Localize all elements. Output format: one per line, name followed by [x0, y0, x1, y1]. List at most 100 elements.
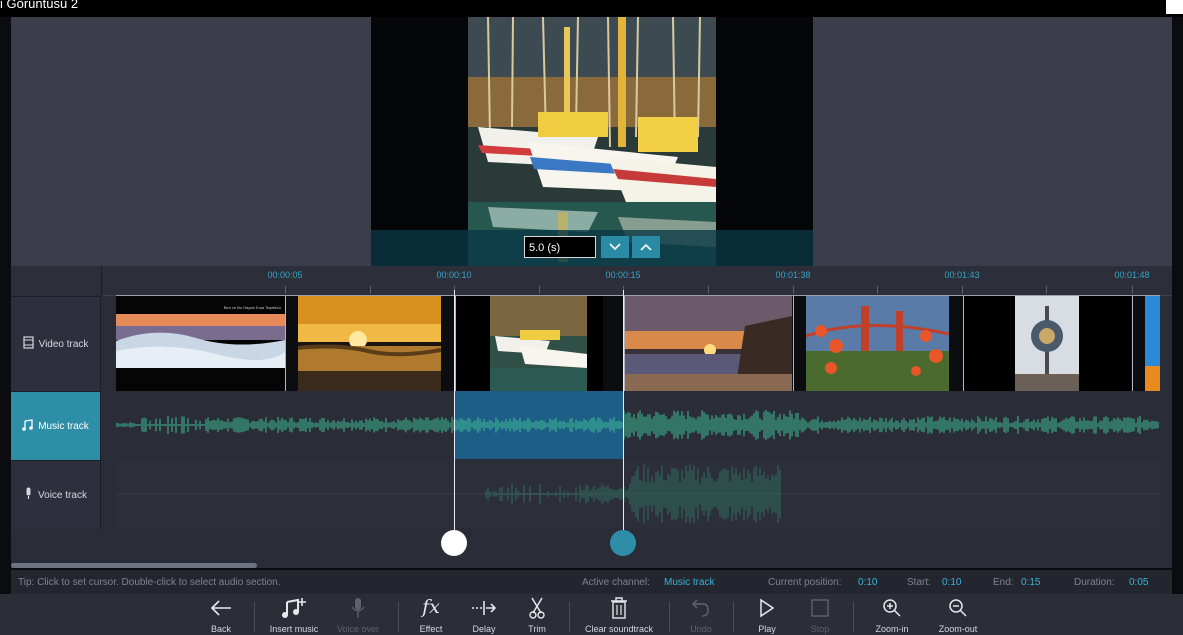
film-icon [22, 336, 34, 352]
scissors-icon [529, 594, 545, 621]
video-clip[interactable]: Ben ve Bu Hayatı Kısa Teşekkür [116, 296, 285, 391]
current-position-label: Current position: [768, 577, 842, 588]
ruler-tick [1046, 286, 1047, 294]
ruler-tick [877, 286, 878, 294]
music-note-icon [22, 418, 34, 434]
clip-divider [455, 296, 456, 391]
play-button[interactable]: Play [748, 594, 786, 635]
ruler-label: 00:00:15 [605, 270, 641, 280]
clear-soundtrack-button[interactable]: Clear soundtrack [576, 594, 662, 635]
clip-caption: Ben ve Bu Hayatı Kısa Teşekkür [224, 305, 282, 310]
play-icon [759, 594, 775, 621]
left-panel [11, 17, 371, 266]
duration-input[interactable]: 5.0 (s) [524, 236, 596, 258]
voice-waveform [116, 464, 1160, 524]
end-value: 0:15 [1021, 577, 1041, 588]
arrow-left-icon [209, 594, 233, 621]
chevron-up-icon[interactable] [632, 236, 660, 258]
insert-music-button[interactable]: Insert music [262, 594, 326, 635]
ruler-tick [1132, 286, 1133, 294]
bottom-toolbar: Back Insert music Voice over fx Effect D… [0, 594, 1183, 635]
clip-divider [624, 296, 625, 391]
music-waveform [116, 410, 1159, 440]
clip-divider [1132, 296, 1133, 391]
end-label: End: [993, 577, 1014, 588]
ruler-tick [793, 286, 794, 294]
right-panel [813, 17, 1172, 266]
undo-button[interactable]: Undo [682, 594, 720, 635]
ruler-label: 00:00:05 [267, 270, 303, 280]
back-button[interactable]: Back [200, 594, 242, 635]
microphone-icon [351, 594, 365, 621]
start-cursor-handle[interactable] [441, 530, 467, 556]
start-label: Start: [907, 577, 931, 588]
toolbar-separator [254, 602, 255, 632]
trash-icon [610, 594, 628, 621]
voice-over-button[interactable]: Voice over [330, 594, 386, 635]
clip-divider [963, 296, 964, 391]
start-value: 0:10 [942, 577, 962, 588]
toolbar-separator [398, 602, 399, 632]
active-channel-label: Active channel: [582, 577, 650, 588]
video-track-header[interactable]: Video track [11, 296, 101, 391]
window-title: i Görüntüsü 2 [0, 0, 79, 11]
undo-icon [692, 594, 710, 621]
start-cursor-line [454, 290, 455, 534]
duration-value: 0:05 [1129, 577, 1149, 588]
current-position-value: 0:10 [858, 577, 878, 588]
toolbar-separator [569, 602, 570, 632]
toolbar-separator [733, 602, 734, 632]
microphone-icon [24, 487, 33, 503]
ruler-tick [285, 286, 286, 294]
effect-button[interactable]: fx Effect [411, 594, 451, 635]
ruler-label: 00:01:38 [775, 270, 811, 280]
time-ruler[interactable]: 00:00:05 00:00:10 00:00:15 00:01:38 00:0… [103, 266, 1172, 296]
end-cursor-handle[interactable] [610, 530, 636, 556]
video-clip[interactable] [964, 296, 1131, 391]
video-clip[interactable] [806, 296, 949, 391]
timeline-corner [11, 266, 102, 295]
title-bar: i Görüntüsü 2 [0, 0, 1183, 17]
ruler-label: 00:01:48 [1114, 270, 1150, 280]
toolbar-separator [669, 602, 670, 632]
zoom-in-icon [882, 594, 902, 621]
stop-icon [811, 594, 829, 621]
fx-icon: fx [422, 596, 440, 618]
zoom-out-button[interactable]: Zoom-out [928, 594, 988, 635]
ruler-tick [708, 286, 709, 294]
zoom-out-icon [948, 594, 968, 621]
voice-track-label: Voice track [38, 489, 87, 501]
delay-button[interactable]: Delay [464, 594, 504, 635]
video-track-strip[interactable]: Ben ve Bu Hayatı Kısa Teşekkür [116, 295, 1160, 392]
ruler-label: 00:01:43 [944, 270, 980, 280]
music-add-icon [281, 594, 307, 621]
ruler-tick [370, 286, 371, 294]
duration-label: Duration: [1074, 577, 1115, 588]
video-clip[interactable] [455, 296, 603, 391]
trim-button[interactable]: Trim [518, 594, 556, 635]
window-control[interactable] [1166, 0, 1183, 14]
video-clip[interactable] [625, 296, 792, 391]
status-bar: Tip: Click to set cursor. Double-click t… [11, 570, 1172, 594]
ruler-tick [962, 286, 963, 294]
ruler-label: 00:00:10 [436, 270, 472, 280]
music-track-label: Music track [38, 420, 89, 432]
end-cursor-line [623, 290, 624, 534]
scrollbar-thumb[interactable] [11, 563, 257, 568]
toolbar-separator [853, 602, 854, 632]
clip-divider [793, 296, 794, 391]
video-track-label: Video track [38, 338, 89, 350]
video-clip[interactable] [298, 296, 441, 391]
active-channel-value: Music track [664, 577, 715, 588]
video-clip[interactable] [1145, 296, 1160, 391]
stop-button[interactable]: Stop [801, 594, 839, 635]
zoom-in-button[interactable]: Zoom-in [866, 594, 918, 635]
tip-text: Tip: Click to set cursor. Double-click t… [18, 577, 281, 588]
chevron-down-icon[interactable] [601, 236, 629, 258]
preview-image [468, 17, 716, 266]
voice-track-header[interactable]: Voice track [11, 460, 101, 529]
delay-icon [471, 594, 497, 621]
clip-divider [285, 296, 286, 391]
ruler-tick [539, 286, 540, 294]
music-track-header[interactable]: Music track [11, 391, 101, 460]
